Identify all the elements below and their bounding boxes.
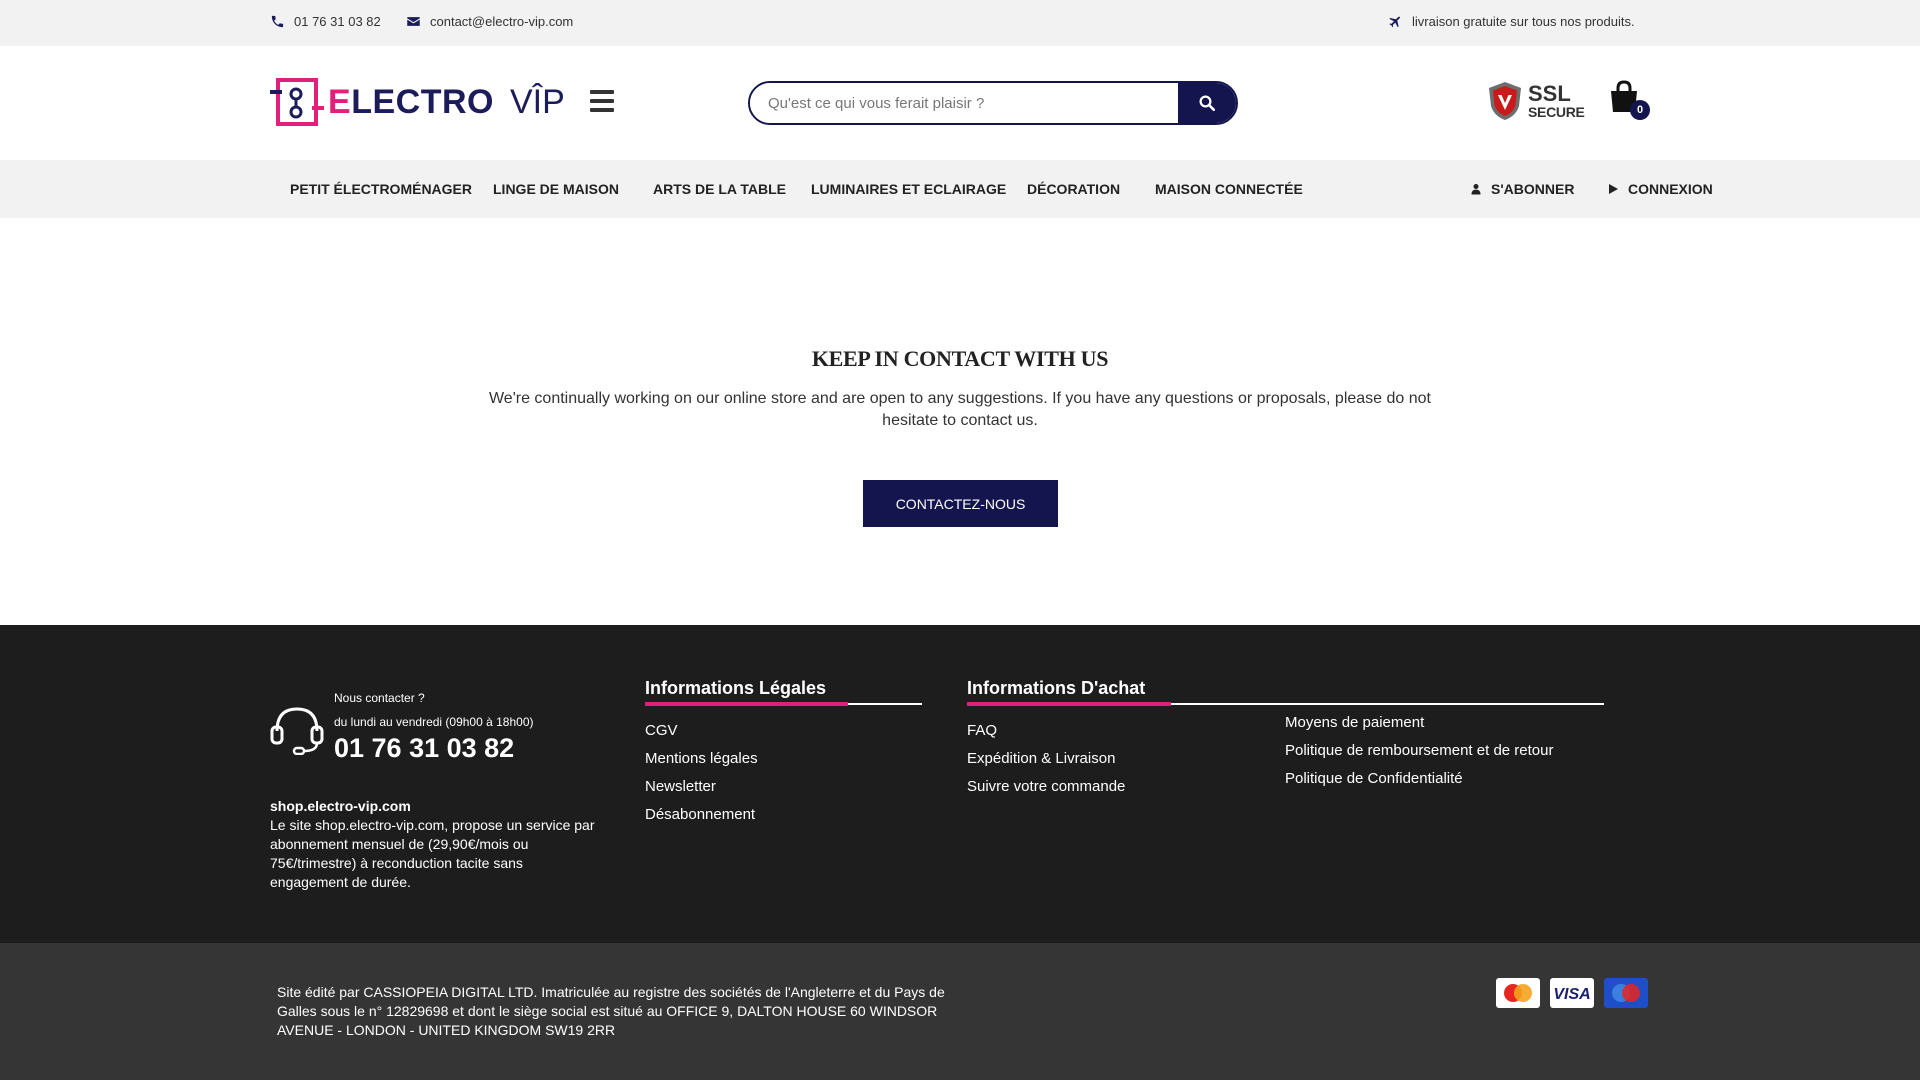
site-footer: Nous contacter ? du lundi au vendredi (0… [0,625,1920,943]
headset-icon [270,707,324,755]
search-bar [748,81,1238,125]
login-link[interactable]: CONNEXION [1607,181,1713,197]
contact-button[interactable]: CONTACTEZ-NOUS [863,480,1058,527]
cart-count-badge: 0 [1630,100,1650,120]
nav-item-maison-connectee[interactable]: MAISON CONNECTÉE [1155,181,1303,197]
mastercard-icon [1496,978,1540,1008]
subscribe-link[interactable]: S'ABONNER [1470,181,1574,197]
shield-icon [1489,82,1521,120]
legal-bar: Site édité par CASSIOPEIA DIGITAL LTD. I… [0,943,1920,1080]
purchase-heading-underline [967,702,1604,706]
nav-item-arts-de-la-table[interactable]: ARTS DE LA TABLE [653,181,786,197]
nav-item-decoration[interactable]: DÉCORATION [1027,181,1120,197]
footer-legal-column: Informations Légales CGV Mentions légale… [645,677,922,829]
help-phone[interactable]: 01 76 31 03 82 [334,733,514,764]
company-legal-text: Site édité par CASSIOPEIA DIGITAL LTD. I… [277,984,945,1038]
secure-label: SECURE [1528,104,1585,120]
user-icon [1471,184,1481,195]
legal-heading-underline [645,702,922,706]
nav-item-petit-electromenager[interactable]: PETIT ÉLECTROMÉNAGER [290,181,472,197]
logo-text-accent: E [328,82,352,121]
nav-item-linge-de-maison[interactable]: LINGE DE MAISON [493,181,619,197]
topbar-shipping: livraison gratuite sur tous nos produits… [1388,14,1635,29]
topbar-phone-text: 01 76 31 03 82 [294,14,381,29]
top-bar: 01 76 31 03 82 contact@electro-vip.com l… [0,0,1920,46]
footer-link-newsletter[interactable]: Newsletter [645,773,922,801]
purchase-heading: Informations D'achat [967,678,1146,698]
help-title: Nous contacter ? [334,691,425,705]
maestro-icon [1604,978,1648,1008]
site-description: Le site shop.electro-vip.com, propose un… [270,817,595,890]
help-hours: du lundi au vendredi (09h00 à 18h00) [334,715,534,729]
shipping-notice: livraison gratuite sur tous nos produits… [1412,14,1635,29]
topbar-phone[interactable]: 01 76 31 03 82 [270,14,381,29]
footer-link-remboursement[interactable]: Politique de remboursement et de retour [1285,737,1553,765]
nav-item-luminaires[interactable]: LUMINAIRES ET ECLAIRAGE [811,181,1006,197]
search-button[interactable] [1178,83,1236,123]
main-nav: PETIT ÉLECTROMÉNAGER LINGE DE MAISON ART… [0,160,1920,218]
plane-icon [1389,16,1400,28]
footer-link-desabonnement[interactable]: Désabonnement [645,801,922,829]
site-name: shop.electro-vip.com [270,798,411,814]
ssl-label: SSL [1528,81,1571,106]
logo-vip: VÎP [509,82,565,121]
legal-heading: Informations Légales [645,678,827,698]
footer-link-cgv[interactable]: CGV [645,717,922,745]
topbar-email-text: contact@electro-vip.com [430,14,574,29]
svg-text:VISA: VISA [1553,986,1590,1002]
logo-mark-icon [270,78,324,126]
logo-text: ELECTRO [328,83,494,122]
cart-button[interactable]: 0 [1608,80,1650,120]
footer-site-info: shop.electro-vip.com Le site shop.electr… [270,797,600,892]
search-input[interactable] [750,83,1178,123]
visa-icon: VISA [1550,978,1594,1008]
envelope-icon [407,17,420,26]
logo-text-main: LECTRO [351,82,494,121]
search-icon [1199,95,1216,112]
menu-toggle-icon[interactable] [590,90,614,112]
login-label: CONNEXION [1628,181,1713,197]
subscribe-label: S'ABONNER [1491,181,1575,197]
footer-link-confidentialite[interactable]: Politique de Confidentialité [1285,765,1553,793]
footer-purchase-column-2: Moyens de paiement Politique de rembours… [1285,709,1553,793]
contact-title: KEEP IN CONTACT WITH US [811,346,1109,371]
footer-link-mentions-legales[interactable]: Mentions légales [645,745,922,773]
payment-cards: VISA [1496,978,1648,1008]
ssl-secure-badge: SSL SECURE [1486,80,1585,122]
site-logo[interactable]: ELECTRO VÎP [268,76,565,128]
site-header: ELECTRO VÎP SSL SECURE 0 [0,46,1920,160]
contact-text: We're continually working on our online … [488,390,1431,429]
footer-link-moyens-paiement[interactable]: Moyens de paiement [1285,709,1553,737]
play-icon [1609,184,1618,194]
topbar-email[interactable]: contact@electro-vip.com [406,14,573,29]
phone-icon [271,15,284,28]
